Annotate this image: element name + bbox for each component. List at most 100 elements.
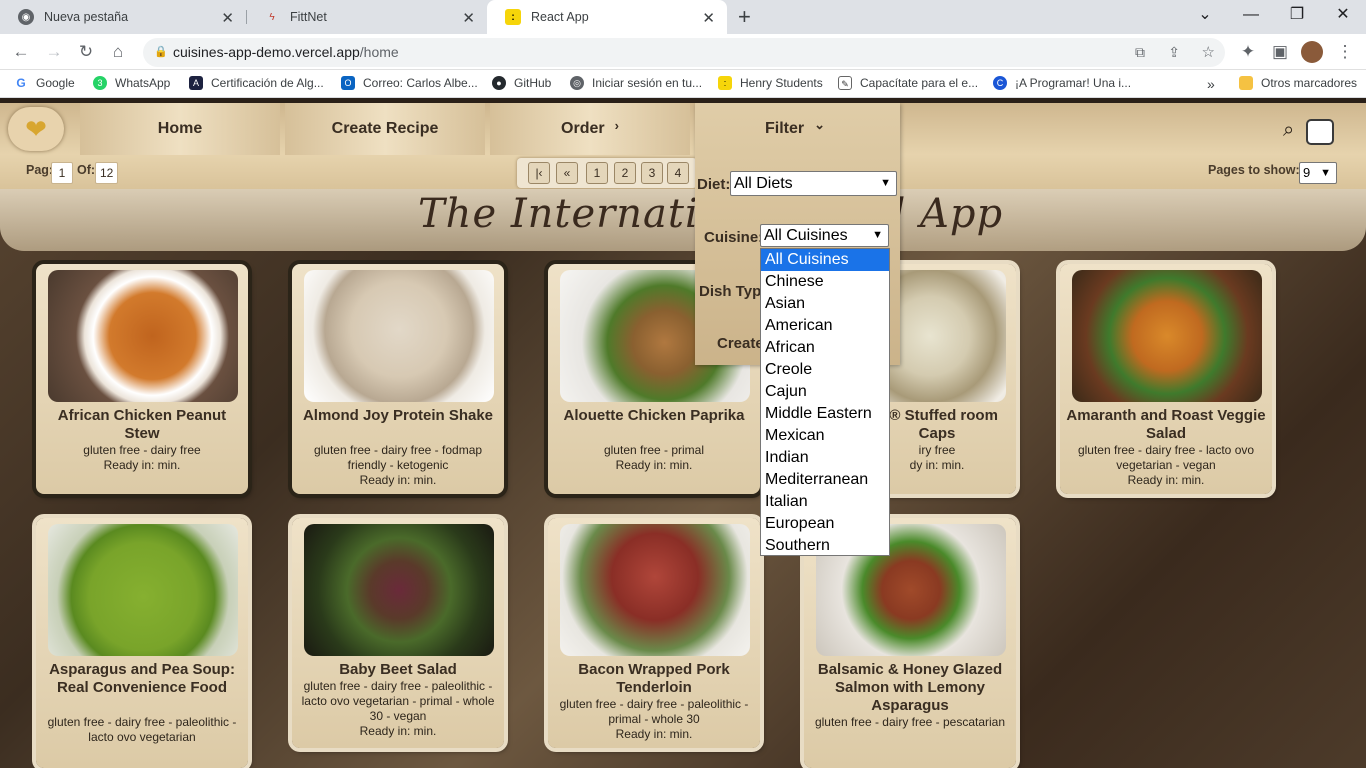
home-button[interactable]: Home <box>80 103 280 155</box>
order-button[interactable]: Order › <box>490 103 690 155</box>
browser-tab-strip: ◉ Nueva pestaña ✕ ϟ FittNet ✕ : React Ap… <box>0 0 1366 34</box>
other-bookmarks[interactable]: Otros marcadores <box>1239 76 1357 90</box>
search-input[interactable] <box>1306 119 1334 145</box>
cuisine-option[interactable]: Italian <box>761 491 889 513</box>
title-banner: The International Food App <box>0 189 1366 251</box>
more-bookmarks-button[interactable]: » <box>1207 76 1215 92</box>
page-3-button[interactable]: 3 <box>641 162 663 184</box>
cuisine-option[interactable]: European <box>761 513 889 535</box>
heart-logo-icon[interactable]: ❤ <box>8 107 64 151</box>
first-page-icon[interactable]: |‹ <box>528 162 550 184</box>
bookmark-a-programar[interactable]: C ¡A Programar! Una i... <box>993 76 1131 90</box>
pages-to-show-select[interactable]: 9 ▼ <box>1299 162 1337 184</box>
recipe-image <box>48 524 238 656</box>
minimize-icon[interactable]: — <box>1228 0 1274 34</box>
side-panel-icon[interactable]: ▣ <box>1268 40 1292 64</box>
tab-search-icon[interactable]: ⌄ <box>1182 0 1228 34</box>
bookmark-star-icon[interactable]: ☆ <box>1202 38 1215 67</box>
navbar: ❤ Home Create Recipe Order › Filter ⌄ ⌕ Pa… <box>0 103 1366 189</box>
bookmark-iniciar-sesion[interactable]: ◎ Iniciar sesión en tu... <box>570 76 702 90</box>
recipe-card[interactable]: Amaranth and Roast Veggie Salad gluten f… <box>1060 264 1272 494</box>
translate-icon[interactable]: ⧉ <box>1135 38 1145 67</box>
home-icon[interactable]: ⌂ <box>106 40 130 64</box>
cuisine-option[interactable]: Chinese <box>761 271 889 293</box>
url-bar[interactable]: 🔒 cuisines-app-demo.vercel.app/home ⧉ ⇪ … <box>143 38 1225 67</box>
cuisine-option[interactable]: Creole <box>761 359 889 381</box>
restore-icon[interactable]: ❐ <box>1274 0 1320 34</box>
filter-button[interactable]: Filter ⌄ <box>695 103 895 155</box>
henry-icon: : <box>718 76 732 90</box>
recipe-image <box>560 524 750 656</box>
certificacion-icon: A <box>189 76 203 90</box>
extensions-icon[interactable]: ✦ <box>1236 40 1260 64</box>
cuisine-option[interactable]: Southern <box>761 535 889 557</box>
cuisine-option[interactable]: Indian <box>761 447 889 469</box>
outlook-icon: O <box>341 76 355 90</box>
lock-icon: 🔒 <box>154 46 168 58</box>
chevron-down-icon: ▼ <box>880 177 891 189</box>
recipe-image <box>304 270 494 402</box>
profile-avatar[interactable] <box>1301 41 1323 63</box>
tab-nueva-pestana[interactable]: ◉ Nueva pestaña ✕ <box>0 0 246 34</box>
pager: |‹ « 1 2 3 4 <box>517 158 697 188</box>
cuisine-option[interactable]: Mediterranean <box>761 469 889 491</box>
cuisine-option[interactable]: All Cuisines <box>761 249 889 271</box>
cuisine-option[interactable]: Middle Eastern <box>761 403 889 425</box>
google-icon: G <box>14 76 28 90</box>
recipe-image <box>304 524 494 656</box>
bookmark-henry[interactable]: : Henry Students <box>718 76 823 90</box>
close-tab-icon[interactable]: ✕ <box>462 9 475 27</box>
bookmark-google[interactable]: G Google <box>14 76 75 90</box>
app-root: ❤ Home Create Recipe Order › Filter ⌄ ⌕ Pa… <box>0 103 1366 768</box>
bookmark-capacitate[interactable]: ✎ Capacítate para el e... <box>838 76 978 90</box>
globe-icon: ◎ <box>570 76 584 90</box>
tab-react-app[interactable]: : React App ✕ <box>487 0 727 34</box>
cuisine-option[interactable]: Asian <box>761 293 889 315</box>
forward-icon[interactable]: → <box>42 40 66 64</box>
cuisine-option[interactable]: American <box>761 315 889 337</box>
cuisine-option[interactable]: Cajun <box>761 381 889 403</box>
prev-pages-icon[interactable]: « <box>556 162 578 184</box>
cuisine-dropdown-list: All Cuisines Chinese Asian American African C… <box>760 248 890 556</box>
window-controls: ⌄ — ❐ ✕ <box>1182 0 1366 34</box>
a-programar-icon: C <box>993 76 1007 90</box>
menu-icon[interactable]: ⋮ <box>1333 40 1357 64</box>
cuisine-select[interactable]: All Cuisines ▼ <box>760 224 889 247</box>
bookmarks-bar: G Google 3 WhatsApp A Certificación de Alg.… <box>0 70 1366 98</box>
cuisine-option[interactable]: Mexican <box>761 425 889 447</box>
recipe-card[interactable]: Asparagus and Pea Soup: Real Convenience… <box>36 518 248 768</box>
share-icon[interactable]: ⇪ <box>1168 38 1180 67</box>
fittnet-icon: ϟ <box>269 11 275 23</box>
folder-icon <box>1239 76 1253 90</box>
chrome-icon: ◉ <box>18 9 34 25</box>
tab-fittnet[interactable]: ϟ FittNet ✕ <box>246 0 487 34</box>
recipe-image <box>48 270 238 402</box>
recipe-card[interactable]: Almond Joy Protein Shake gluten free - d… <box>292 264 504 494</box>
close-tab-icon[interactable]: ✕ <box>221 9 234 27</box>
chevron-down-icon: ▼ <box>1320 167 1331 179</box>
cuisine-option[interactable]: African <box>761 337 889 359</box>
close-tab-icon[interactable]: ✕ <box>702 9 715 27</box>
page-1-button[interactable]: 1 <box>586 162 608 184</box>
diet-select[interactable]: All Diets ▼ <box>730 171 897 196</box>
bookmark-whatsapp[interactable]: 3 WhatsApp <box>93 76 170 90</box>
recipe-card[interactable]: Bacon Wrapped Pork Tenderloin gluten fre… <box>548 518 760 748</box>
create-recipe-button[interactable]: Create Recipe <box>285 103 485 155</box>
bookmark-correo[interactable]: O Correo: Carlos Albe... <box>341 76 478 90</box>
recipe-card[interactable]: African Chicken Peanut Stew gluten free … <box>36 264 248 494</box>
page-4-button[interactable]: 4 <box>667 162 689 184</box>
search-icon[interactable]: ⌕ <box>1283 119 1294 142</box>
reload-icon[interactable]: ↻ <box>74 40 98 64</box>
back-icon[interactable]: ← <box>9 40 33 64</box>
page-2-button[interactable]: 2 <box>614 162 636 184</box>
whatsapp-icon: 3 <box>93 76 107 90</box>
close-window-icon[interactable]: ✕ <box>1320 0 1366 34</box>
bookmark-certificacion[interactable]: A Certificación de Alg... <box>189 76 324 90</box>
address-bar-row: ← → ↻ ⌂ 🔒 cuisines-app-demo.vercel.app/h… <box>0 34 1366 70</box>
bookmark-github[interactable]: ● GitHub <box>492 76 551 90</box>
recipe-image <box>1072 270 1262 402</box>
new-tab-button[interactable]: + <box>738 4 751 30</box>
github-icon: ● <box>492 76 506 90</box>
chevron-down-icon: ▼ <box>872 229 883 241</box>
recipe-card[interactable]: Baby Beet Salad gluten free - dairy free… <box>292 518 504 748</box>
